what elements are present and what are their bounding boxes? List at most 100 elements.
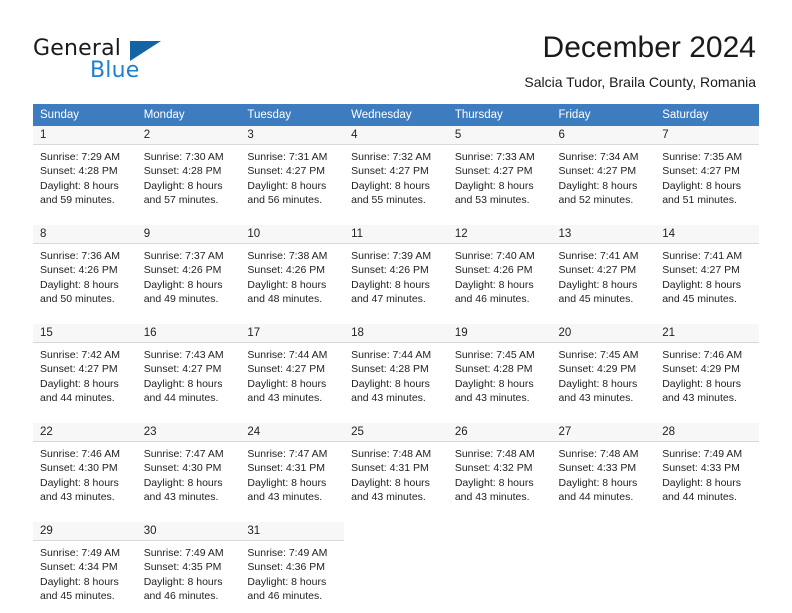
day-number-strip: 15 [33, 324, 137, 343]
day-detail-daylight2: and 43 minutes. [454, 391, 530, 404]
day-number: 14 [662, 228, 676, 240]
day-detail-daylight2: and 46 minutes. [143, 589, 219, 602]
generalblue-logo[interactable]: General Blue [33, 36, 233, 88]
calendar-week-gap [33, 216, 759, 225]
day-cell[interactable]: 23 Sunrise: 7:47 AM Sunset: 4:30 PM Dayligh… [136, 423, 241, 513]
day-cell[interactable]: 14 Sunrise: 7:41 AM Sunset: 4:27 PM Dayligh… [655, 225, 759, 315]
day-cell[interactable]: 27 Sunrise: 7:48 AM Sunset: 4:33 PM Dayligh… [551, 423, 656, 513]
day-cell[interactable]: 15 Sunrise: 7:42 AM Sunset: 4:27 PM Dayligh… [33, 324, 137, 414]
day-detail-sunrise: Sunrise: 7:45 AM [558, 349, 639, 361]
day-cell[interactable]: 8 Sunrise: 7:36 AM Sunset: 4:26 PM Daylight… [33, 225, 137, 315]
day-number: 18 [351, 327, 364, 339]
weekday-header-friday: Friday [551, 104, 656, 126]
day-detail-sunset: Sunset: 4:26 PM [454, 264, 533, 277]
calendar-day-cell: 26 Sunrise: 7:48 AM Sunset: 4:32 PM Dayligh… [447, 423, 552, 514]
day-number: 16 [143, 327, 157, 339]
day-cell[interactable]: 4 Sunrise: 7:32 AM Sunset: 4:27 PM Daylight… [344, 126, 448, 216]
day-cell[interactable]: 29 Sunrise: 7:49 AM Sunset: 4:34 PM Dayligh… [33, 522, 137, 612]
day-detail-daylight1: Daylight: 8 hours [40, 575, 119, 588]
day-detail-daylight1: Daylight: 8 hours [143, 575, 223, 588]
day-detail-sunrise: Sunrise: 7:48 AM [558, 448, 639, 460]
day-detail-daylight2: and 43 minutes. [40, 490, 115, 503]
day-details: Sunrise: 7:47 AM Sunset: 4:31 PM Daylight:… [240, 442, 344, 504]
day-detail-daylight1: Daylight: 8 hours [143, 377, 223, 390]
day-cell[interactable]: 1 Sunrise: 7:29 AM Sunset: 4:28 PM Daylight… [33, 126, 137, 216]
day-cell[interactable]: 16 Sunrise: 7:43 AM Sunset: 4:27 PM Dayligh… [136, 324, 241, 414]
day-detail-daylight1: Daylight: 8 hours [247, 278, 327, 291]
day-cell[interactable]: 26 Sunrise: 7:48 AM Sunset: 4:32 PM Dayligh… [447, 423, 552, 513]
day-cell[interactable]: 17 Sunrise: 7:44 AM Sunset: 4:27 PM Dayligh… [240, 324, 345, 414]
calendar-day-cell: 4 Sunrise: 7:32 AM Sunset: 4:27 PM Daylight… [344, 126, 448, 217]
day-number-strip: 6 [551, 126, 656, 145]
calendar-day-cell: 29 Sunrise: 7:49 AM Sunset: 4:34 PM Dayligh… [33, 522, 137, 613]
day-cell[interactable]: 28 Sunrise: 7:49 AM Sunset: 4:33 PM Dayligh… [655, 423, 759, 513]
day-number-strip: 31 [240, 522, 345, 541]
day-number-strip: 25 [344, 423, 448, 442]
day-detail-sunrise: Sunrise: 7:41 AM [662, 250, 743, 262]
day-cell[interactable]: 9 Sunrise: 7:37 AM Sunset: 4:26 PM Daylight… [136, 225, 241, 315]
day-cell[interactable]: 18 Sunrise: 7:44 AM Sunset: 4:28 PM Dayligh… [344, 324, 448, 414]
day-detail-daylight2: and 45 minutes. [40, 589, 115, 602]
day-detail-sunset: Sunset: 4:27 PM [247, 363, 326, 376]
day-number-strip: 24 [240, 423, 345, 442]
day-detail-daylight1: Daylight: 8 hours [247, 575, 327, 588]
day-number-strip: 12 [447, 225, 552, 244]
day-detail-daylight1: Daylight: 8 hours [454, 377, 534, 390]
day-cell[interactable]: 22 Sunrise: 7:46 AM Sunset: 4:30 PM Dayligh… [33, 423, 137, 513]
calendar-week-row: 15 Sunrise: 7:42 AM Sunset: 4:27 PM Dayligh… [33, 324, 759, 415]
day-detail-sunset: Sunset: 4:30 PM [143, 462, 222, 475]
day-detail-sunrise: Sunrise: 7:45 AM [454, 349, 535, 361]
day-cell[interactable]: 6 Sunrise: 7:34 AM Sunset: 4:27 PM Daylight… [551, 126, 656, 216]
day-cell[interactable]: 2 Sunrise: 7:30 AM Sunset: 4:28 PM Daylight… [136, 126, 241, 216]
day-cell[interactable]: 20 Sunrise: 7:45 AM Sunset: 4:29 PM Dayligh… [551, 324, 656, 414]
day-cell[interactable]: 21 Sunrise: 7:46 AM Sunset: 4:29 PM Dayligh… [655, 324, 759, 414]
day-detail-sunset: Sunset: 4:27 PM [662, 165, 740, 178]
day-cell[interactable]: 31 Sunrise: 7:49 AM Sunset: 4:36 PM Dayligh… [240, 522, 345, 612]
day-cell[interactable]: 10 Sunrise: 7:38 AM Sunset: 4:26 PM Dayligh… [240, 225, 345, 315]
day-cell[interactable]: 7 Sunrise: 7:35 AM Sunset: 4:27 PM Daylight… [655, 126, 759, 216]
calendar-week-gap-cell [33, 315, 759, 324]
day-details: Sunrise: 7:40 AM Sunset: 4:26 PM Daylight:… [448, 244, 552, 306]
day-details: Sunrise: 7:39 AM Sunset: 4:26 PM Daylight:… [344, 244, 448, 306]
day-number: 13 [558, 228, 572, 240]
day-detail-daylight2: and 44 minutes. [558, 490, 634, 503]
day-detail-sunset: Sunset: 4:26 PM [351, 264, 429, 277]
day-detail-sunrise: Sunrise: 7:49 AM [40, 547, 120, 559]
day-number-strip: 21 [655, 324, 759, 343]
day-details: Sunrise: 7:36 AM Sunset: 4:26 PM Daylight:… [33, 244, 137, 306]
calendar-day-cell: 10 Sunrise: 7:38 AM Sunset: 4:26 PM Dayligh… [240, 225, 345, 316]
calendar-day-cell: 21 Sunrise: 7:46 AM Sunset: 4:29 PM Dayligh… [655, 324, 759, 415]
day-detail-sunset: Sunset: 4:27 PM [454, 165, 533, 178]
calendar-week-gap-cell [33, 216, 759, 225]
day-detail-daylight1: Daylight: 8 hours [558, 179, 638, 192]
day-cell[interactable]: 30 Sunrise: 7:49 AM Sunset: 4:35 PM Dayligh… [136, 522, 241, 612]
day-number: 30 [143, 525, 157, 537]
day-detail-sunset: Sunset: 4:27 PM [247, 165, 326, 178]
day-cell[interactable]: 24 Sunrise: 7:47 AM Sunset: 4:31 PM Dayligh… [240, 423, 345, 513]
day-cell[interactable]: 19 Sunrise: 7:45 AM Sunset: 4:28 PM Dayligh… [447, 324, 552, 414]
day-cell[interactable]: 5 Sunrise: 7:33 AM Sunset: 4:27 PM Daylight… [447, 126, 552, 216]
page-title: December 2024 [542, 31, 756, 64]
day-number: 15 [40, 327, 53, 339]
day-detail-daylight2: and 43 minutes. [558, 391, 634, 404]
day-cell[interactable]: 3 Sunrise: 7:31 AM Sunset: 4:27 PM Daylight… [240, 126, 345, 216]
calendar-week-row: 22 Sunrise: 7:46 AM Sunset: 4:30 PM Dayligh… [33, 423, 759, 514]
day-details: Sunrise: 7:49 AM Sunset: 4:33 PM Daylight:… [655, 442, 759, 504]
day-detail-daylight2: and 52 minutes. [558, 193, 634, 206]
day-detail-daylight2: and 43 minutes. [247, 391, 323, 404]
calendar-day-cell: 5 Sunrise: 7:33 AM Sunset: 4:27 PM Daylight… [447, 126, 552, 217]
day-detail-daylight2: and 55 minutes. [351, 193, 426, 206]
day-cell[interactable]: 11 Sunrise: 7:39 AM Sunset: 4:26 PM Dayligh… [344, 225, 448, 315]
day-cell[interactable]: 13 Sunrise: 7:41 AM Sunset: 4:27 PM Dayligh… [551, 225, 656, 315]
day-number: 29 [40, 525, 53, 537]
day-detail-daylight2: and 45 minutes. [558, 292, 634, 305]
day-detail-daylight1: Daylight: 8 hours [454, 278, 534, 291]
day-cell[interactable]: 25 Sunrise: 7:48 AM Sunset: 4:31 PM Dayligh… [344, 423, 448, 513]
day-cell[interactable]: 12 Sunrise: 7:40 AM Sunset: 4:26 PM Dayligh… [447, 225, 552, 315]
day-detail-sunrise: Sunrise: 7:41 AM [558, 250, 639, 262]
day-detail-sunrise: Sunrise: 7:32 AM [351, 151, 432, 163]
day-details: Sunrise: 7:49 AM Sunset: 4:36 PM Daylight:… [240, 541, 344, 603]
day-number: 3 [247, 129, 254, 141]
calendar-day-cell: 3 Sunrise: 7:31 AM Sunset: 4:27 PM Daylight… [240, 126, 345, 217]
calendar-week-gap [33, 414, 759, 423]
